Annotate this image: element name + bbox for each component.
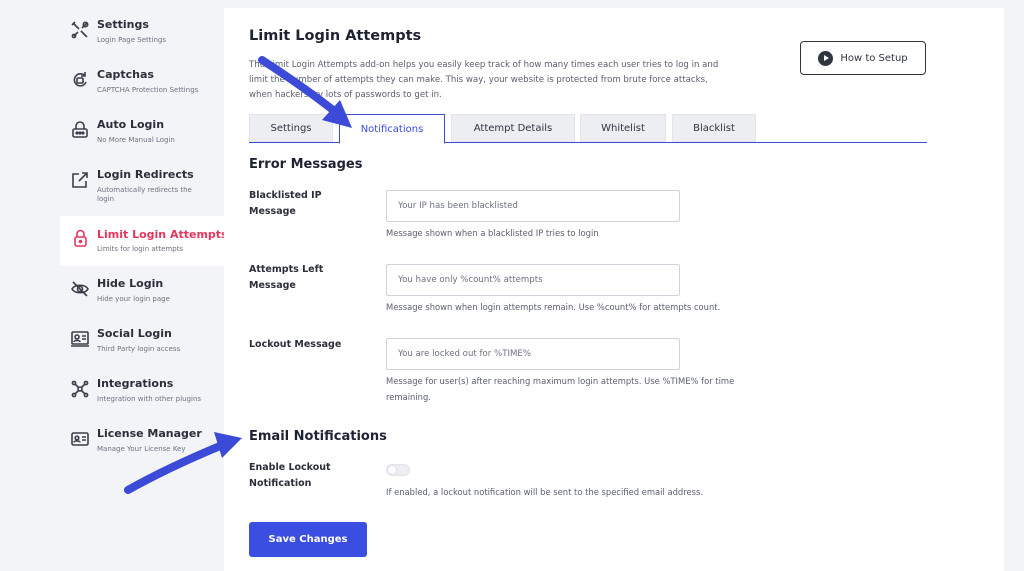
sidebar-item-title: Social Login <box>97 327 172 340</box>
email-notifications-heading: Email Notifications <box>249 429 387 444</box>
sidebar-item-subtitle: Hide your login page <box>97 295 170 303</box>
attempts-left-input[interactable] <box>386 264 680 296</box>
sidebar-item-subtitle: Automatically redirects the login <box>97 186 192 203</box>
tab-notifications[interactable]: Notifications <box>339 114 445 144</box>
sidebar-item-title: Captchas <box>97 68 154 81</box>
integrations-icon <box>70 379 90 399</box>
tab-settings[interactable]: Settings <box>249 114 333 142</box>
tab-blacklist[interactable]: Blacklist <box>672 114 756 142</box>
attempts-left-label: Attempts Left Message <box>249 264 324 291</box>
eye-off-icon <box>70 279 90 299</box>
tab-bar: Settings Notifications Attempt Details W… <box>249 114 927 144</box>
blacklisted-ip-help: Message shown when a blacklisted IP trie… <box>386 228 599 238</box>
intro-text: The Limit Login Attempts add-on helps yo… <box>249 60 719 100</box>
sidebar-item-subtitle: Login Page Settings <box>97 36 166 44</box>
tab-attempt-details[interactable]: Attempt Details <box>451 114 575 142</box>
sidebar-item-login-redirects[interactable]: Login Redirects Automatically redirects … <box>60 168 224 218</box>
sidebar-item-title: Hide Login <box>97 277 164 290</box>
sidebar-item-subtitle: Integration with other plugins <box>97 395 202 403</box>
lockout-message-input[interactable] <box>386 338 680 370</box>
enable-lockout-notification-label: Enable Lockout Notification <box>249 462 331 489</box>
captcha-icon <box>70 70 90 90</box>
save-changes-button[interactable]: Save Changes <box>249 522 367 557</box>
how-to-setup-button[interactable]: How to Setup <box>800 41 926 75</box>
sidebar-item-captchas[interactable]: Captchas CAPTCHA Protection Settings <box>60 68 224 118</box>
sidebar-item-subtitle: Limits for login attempts <box>97 245 184 253</box>
toggle-knob <box>388 466 396 474</box>
sidebar-item-title: Settings <box>97 18 149 31</box>
sidebar-item-settings[interactable]: Settings Login Page Settings <box>60 18 224 68</box>
sidebar-item-subtitle: CAPTCHA Protection Settings <box>97 86 199 94</box>
sidebar-item-title: Auto Login <box>97 118 165 131</box>
blacklisted-ip-label: Blacklisted IP Message <box>249 190 322 217</box>
sidebar-item-title: Login Redirects <box>97 168 194 181</box>
play-icon <box>818 50 834 66</box>
page-title: Limit Login Attempts <box>249 28 422 44</box>
sidebar-item-subtitle: No More Manual Login <box>97 136 175 144</box>
redirect-icon <box>70 170 90 190</box>
social-login-icon <box>70 329 90 349</box>
sidebar-item-integrations[interactable]: Integrations Integration with other plug… <box>60 377 224 427</box>
sidebar-item-social-login[interactable]: Social Login Third Party login access <box>60 327 224 377</box>
sidebar-item-title: License Manager <box>97 427 202 440</box>
how-to-setup-label: How to Setup <box>840 52 908 64</box>
lockout-message-help: Message for user(s) after reaching maxim… <box>386 376 735 402</box>
auto-login-icon <box>70 120 90 140</box>
main-panel: Limit Login Attempts The Limit Login Att… <box>224 8 1004 571</box>
sidebar-item-auto-login[interactable]: Auto Login No More Manual Login <box>60 118 224 168</box>
blacklisted-ip-input[interactable] <box>386 190 680 222</box>
sidebar-item-subtitle: Manage Your License Key <box>97 445 186 453</box>
sidebar-item-license-manager[interactable]: License Manager Manage Your License Key <box>60 427 224 477</box>
sidebar-item-title: Limit Login Attempts <box>97 228 228 241</box>
lock-icon <box>70 228 90 248</box>
sidebar-item-title: Integrations <box>97 377 174 390</box>
lockout-message-label: Lockout Message <box>249 339 342 350</box>
sidebar-item-limit-login-attempts[interactable]: Limit Login Attempts Limits for login at… <box>60 216 228 266</box>
sidebar-item-hide-login[interactable]: Hide Login Hide your login page <box>60 277 224 327</box>
tab-whitelist[interactable]: Whitelist <box>580 114 666 142</box>
license-icon <box>70 429 90 449</box>
tools-icon <box>70 20 90 40</box>
sidebar: Settings Login Page Settings Captchas CA… <box>0 0 228 571</box>
attempts-left-help: Message shown when login attempts remain… <box>386 302 721 312</box>
sidebar-item-subtitle: Third Party login access <box>97 345 181 353</box>
lockout-notification-help: If enabled, a lockout notification will … <box>386 487 704 497</box>
lockout-notification-toggle[interactable] <box>386 464 410 476</box>
error-messages-heading: Error Messages <box>249 157 363 172</box>
